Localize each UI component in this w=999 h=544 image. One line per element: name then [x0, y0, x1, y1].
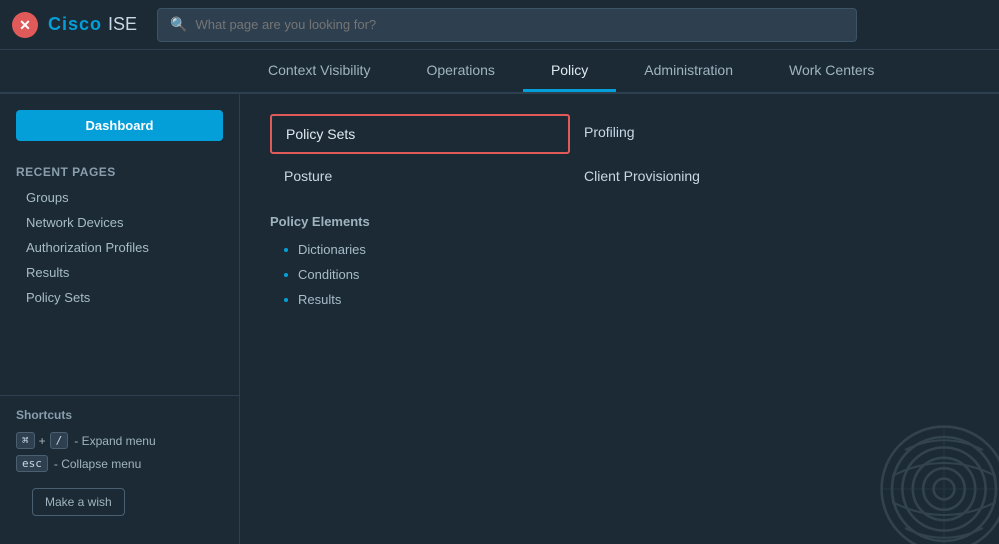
- shortcut-plus: +: [39, 434, 46, 448]
- brand-logo: Cisco: [48, 14, 102, 35]
- shortcut-esc-key: esc: [16, 455, 48, 472]
- menu-dictionaries[interactable]: Dictionaries: [270, 237, 870, 262]
- search-icon: 🔍: [170, 16, 187, 33]
- shortcut-expand-row: ⌘ + / - Expand menu: [16, 432, 223, 449]
- sidebar-item-authorization-profiles[interactable]: Authorization Profiles: [0, 235, 239, 260]
- recent-pages-title: Recent Pages: [0, 157, 239, 185]
- policy-elements-items: Dictionaries Conditions Results: [270, 237, 870, 312]
- policy-elements-label: Policy Elements: [270, 214, 870, 229]
- sidebar-item-network-devices[interactable]: Network Devices: [0, 210, 239, 235]
- shortcut-cmd-key: ⌘: [16, 432, 35, 449]
- tab-work-centers[interactable]: Work Centers: [761, 50, 902, 92]
- menu-posture[interactable]: Posture: [270, 158, 570, 194]
- search-bar[interactable]: 🔍: [157, 8, 857, 42]
- close-button[interactable]: ✕: [12, 12, 38, 38]
- menu-profiling[interactable]: Profiling: [570, 114, 870, 154]
- brand-product: ISE: [108, 14, 137, 35]
- search-input[interactable]: [195, 17, 844, 32]
- make-wish-button[interactable]: Make a wish: [32, 488, 125, 516]
- sidebar: Dashboard Recent Pages Groups Network De…: [0, 94, 240, 544]
- policy-elements-section: Policy Elements Dictionaries Conditions …: [270, 214, 870, 312]
- dashboard-button[interactable]: Dashboard: [16, 110, 223, 141]
- shortcuts-title: Shortcuts: [16, 408, 223, 422]
- fingerprint-watermark: [879, 424, 999, 544]
- shortcut-slash-key: /: [50, 432, 69, 449]
- menu-policy-sets[interactable]: Policy Sets: [270, 114, 570, 154]
- shortcut-expand-desc: - Expand menu: [74, 434, 155, 448]
- shortcuts-section: Shortcuts ⌘ + / - Expand menu esc - Coll…: [0, 395, 239, 528]
- content-area: Policy Sets Profiling Posture Client Pro…: [240, 94, 999, 544]
- menu-conditions[interactable]: Conditions: [270, 262, 870, 287]
- shortcut-collapse-row: esc - Collapse menu: [16, 455, 223, 472]
- tab-policy[interactable]: Policy: [523, 50, 616, 92]
- shortcut-collapse-desc: - Collapse menu: [54, 457, 141, 471]
- tab-operations[interactable]: Operations: [398, 50, 522, 92]
- sidebar-item-results[interactable]: Results: [0, 260, 239, 285]
- main-area: Dashboard Recent Pages Groups Network De…: [0, 94, 999, 544]
- menu-client-provisioning[interactable]: Client Provisioning: [570, 158, 870, 194]
- close-icon: ✕: [19, 18, 31, 32]
- sidebar-item-groups[interactable]: Groups: [0, 185, 239, 210]
- sidebar-item-policy-sets[interactable]: Policy Sets: [0, 285, 239, 310]
- tab-administration[interactable]: Administration: [616, 50, 761, 92]
- brand-area: Cisco ISE: [48, 14, 137, 35]
- menu-grid: Policy Sets Profiling Posture Client Pro…: [270, 114, 870, 194]
- nav-tabs: Context Visibility Operations Policy Adm…: [0, 50, 999, 94]
- menu-results[interactable]: Results: [270, 287, 870, 312]
- tab-context-visibility[interactable]: Context Visibility: [240, 50, 398, 92]
- app-header: ✕ Cisco ISE 🔍: [0, 0, 999, 50]
